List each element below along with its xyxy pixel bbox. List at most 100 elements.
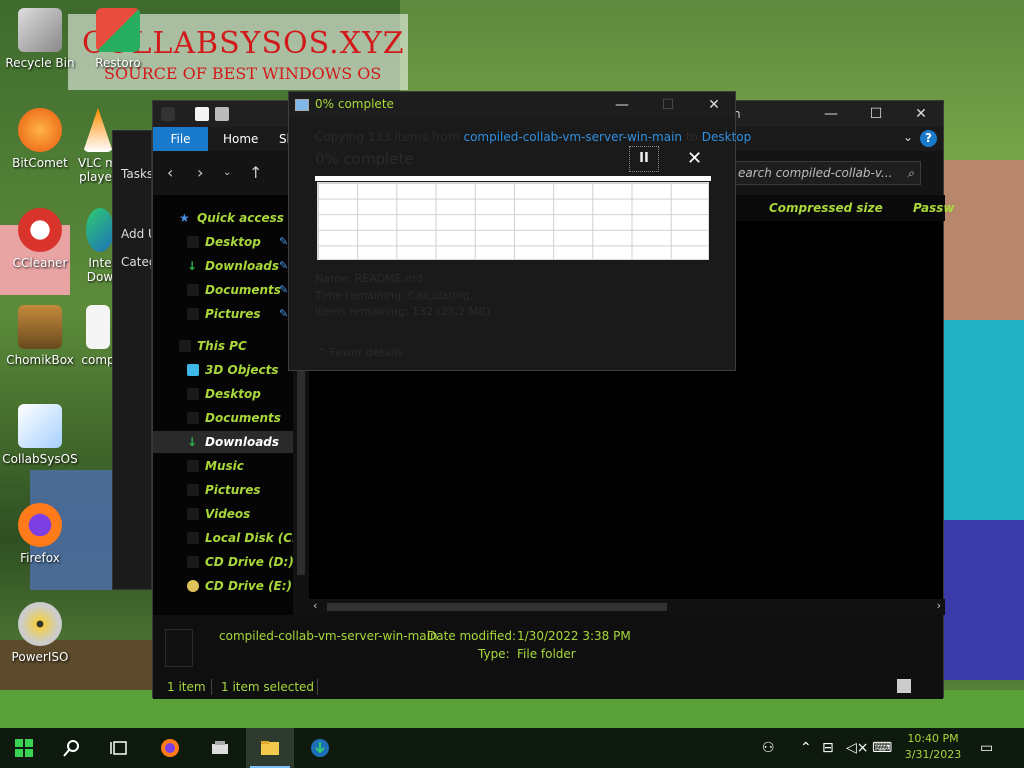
pause-button[interactable]: II xyxy=(629,146,659,172)
details-view-icon[interactable] xyxy=(897,679,911,693)
taskbar-firefox[interactable] xyxy=(146,728,194,768)
nav-label: Documents xyxy=(205,283,281,297)
nav-label: Videos xyxy=(205,507,251,521)
column-password[interactable]: Passw xyxy=(913,201,955,215)
nav-label: Pictures xyxy=(205,483,261,497)
copy-prefix: Copying 133 items from xyxy=(315,130,460,144)
poweriso-icon xyxy=(18,602,62,646)
recent-locations-icon[interactable]: ⌄ xyxy=(223,167,231,178)
nav-this-pc[interactable]: This PC xyxy=(153,335,293,357)
people-icon[interactable]: ⚇ xyxy=(762,740,775,756)
close-button[interactable]: ✕ xyxy=(898,101,944,127)
desktop-icon-collabsysos[interactable]: CollabSysOS xyxy=(0,404,80,466)
nav-quick-desktop[interactable]: Desktop ✎ xyxy=(153,231,293,253)
download-arrow-icon: ↓ xyxy=(187,435,198,449)
system-clock[interactable]: 10:40 PM 3/31/2023 xyxy=(900,731,966,763)
fewer-details-toggle[interactable]: ⌃ Fewer details xyxy=(317,346,403,359)
desktop-icon-poweriso[interactable]: PowerISO xyxy=(0,602,80,664)
new-folder-icon[interactable] xyxy=(215,107,229,121)
nav-music[interactable]: Music xyxy=(153,455,293,477)
transfer-speed-graph xyxy=(317,182,709,260)
nav-local-disk-c[interactable]: Local Disk (C:) xyxy=(153,527,302,549)
desktop-icon-restoro[interactable]: Restoro xyxy=(78,8,158,70)
start-button[interactable] xyxy=(0,728,48,768)
ribbon-expand-icon[interactable]: ⌄ xyxy=(903,130,913,144)
taskbar-file-explorer[interactable] xyxy=(246,728,294,768)
desktop-icon-chomikbox[interactable]: ChomikBox xyxy=(0,305,80,367)
nav-pc-pictures[interactable]: Pictures xyxy=(153,479,293,501)
search-icon[interactable]: ⌕ xyxy=(907,162,914,184)
pin-icon: ✎ xyxy=(279,307,289,320)
copy-progress-dialog[interactable]: 0% complete — ☐ ✕ Copying 133 items from… xyxy=(288,91,751,371)
desktop-icon-bitcomet[interactable]: BitComet xyxy=(0,108,80,170)
nav-pc-downloads[interactable]: ↓ Downloads xyxy=(153,431,293,453)
nav-quick-downloads[interactable]: ↓ Downloads ✎ xyxy=(153,255,293,277)
desktop-icon-recycle-bin[interactable]: Recycle Bin xyxy=(0,8,80,70)
taskbar-app[interactable] xyxy=(196,728,244,768)
keyboard-icon[interactable]: ⌨ xyxy=(872,740,892,756)
dialog-minimize-button[interactable]: — xyxy=(599,92,645,118)
dialog-title: 0% complete xyxy=(315,97,394,111)
download-arrow-icon: ↓ xyxy=(187,259,198,273)
notifications-icon[interactable]: ▭ xyxy=(980,740,993,756)
search-input[interactable]: earch compiled-collab-v... ⌕ xyxy=(731,161,921,185)
tab-home[interactable]: Home xyxy=(223,127,258,151)
maximize-button[interactable]: ☐ xyxy=(853,101,899,127)
time-remaining-row: Time remaining: Calculating... xyxy=(315,289,480,302)
nav-quick-documents[interactable]: Documents ✎ xyxy=(153,279,293,301)
back-add-label[interactable]: Add U xyxy=(113,223,151,245)
dialog-titlebar[interactable]: 0% complete — ☐ ✕ xyxy=(289,92,735,118)
desktop-icon-label: Restoro xyxy=(95,56,141,70)
destination-link[interactable]: Desktop xyxy=(702,130,752,144)
task-view-button[interactable] xyxy=(96,728,144,768)
background-window[interactable]: Tasks Add U Categ xyxy=(112,130,152,590)
forward-arrow-icon[interactable]: › xyxy=(197,163,203,182)
minimize-button[interactable]: — xyxy=(808,101,854,127)
desktop-icon-ccleaner[interactable]: CCleaner xyxy=(0,208,80,270)
nav-3d-objects[interactable]: 3D Objects xyxy=(153,359,293,381)
music-icon xyxy=(187,460,199,472)
start-icon xyxy=(15,739,33,757)
back-tasks-label[interactable]: Tasks xyxy=(113,163,151,185)
tab-file[interactable]: File xyxy=(153,127,208,151)
date-modified-value: 1/30/2022 3:38 PM xyxy=(517,629,631,643)
help-icon[interactable]: ? xyxy=(920,130,937,147)
nav-cd-drive-d[interactable]: CD Drive (D:) v xyxy=(153,551,306,573)
item-count: 1 item xyxy=(167,680,206,694)
documents-icon xyxy=(187,412,199,424)
nav-videos[interactable]: Videos xyxy=(153,503,293,525)
nav-quick-access[interactable]: ★ Quick access xyxy=(153,207,293,229)
taskbar-search-button[interactable] xyxy=(48,728,96,768)
nav-quick-pictures[interactable]: Pictures ✎ xyxy=(153,303,293,325)
desktop-icon-label: comp xyxy=(81,353,115,367)
network-icon[interactable]: ⊟ xyxy=(822,740,834,756)
taskbar-internet-download[interactable] xyxy=(296,728,344,768)
cancel-copy-button[interactable]: ✕ xyxy=(687,148,702,169)
desktop-icon-compiled-folder[interactable]: comp xyxy=(80,305,116,367)
nav-label: Downloads xyxy=(205,259,280,273)
column-compressed-size[interactable]: Compressed size xyxy=(769,201,883,215)
up-arrow-icon[interactable]: ↑ xyxy=(249,163,262,182)
source-link[interactable]: compiled-collab-vm-server-win-main xyxy=(463,130,682,144)
scroll-left-icon[interactable]: ‹ xyxy=(313,599,317,612)
chevron-up-icon[interactable]: ⌃ xyxy=(800,740,812,756)
desktop-icon-firefox[interactable]: Firefox xyxy=(0,503,80,565)
scroll-right-icon[interactable]: › xyxy=(937,599,941,612)
pictures-icon xyxy=(187,484,199,496)
nav-label: CD Drive (D:) v xyxy=(205,555,306,569)
nav-pc-documents[interactable]: Documents xyxy=(153,407,293,429)
desktop-icon xyxy=(187,388,199,400)
vlc-icon xyxy=(83,108,113,152)
nav-pc-desktop[interactable]: Desktop xyxy=(153,383,293,405)
date-modified-label: Date modified: xyxy=(427,629,517,643)
nav-cd-drive-e[interactable]: CD Drive (E:) xyxy=(153,575,293,597)
properties-icon[interactable] xyxy=(195,107,209,121)
fewer-details-label: Fewer details xyxy=(329,346,403,359)
dialog-close-button[interactable]: ✕ xyxy=(691,92,737,118)
back-arrow-icon[interactable]: ‹ xyxy=(167,163,173,182)
horizontal-scrollbar[interactable]: ‹ › xyxy=(309,599,945,615)
volume-muted-icon[interactable]: ◁× xyxy=(846,740,869,756)
nav-label: Local Disk (C:) xyxy=(205,531,303,545)
taskbar: ⚇ ⌃ ⊟ ◁× ⌨ 10:40 PM 3/31/2023 ▭ xyxy=(0,728,1024,768)
scrollbar-thumb[interactable] xyxy=(327,603,667,611)
